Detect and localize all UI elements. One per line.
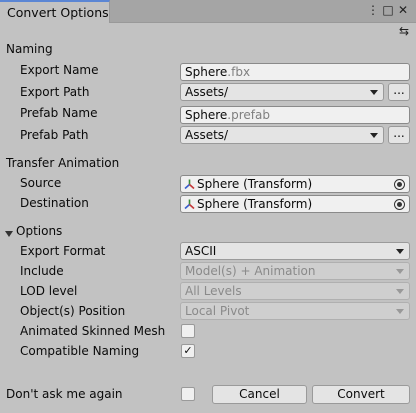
foldout-arrow-icon[interactable] xyxy=(5,231,13,237)
lod-level-value: All Levels xyxy=(185,284,242,298)
close-icon[interactable]: ✕ xyxy=(396,3,410,17)
export-format-dropdown[interactable]: ASCII xyxy=(180,242,410,260)
export-path-value: Assets/ xyxy=(185,85,229,99)
compatible-naming-checkbox[interactable]: ✓ xyxy=(181,344,195,358)
compatible-naming-label: Compatible Naming xyxy=(20,344,140,358)
prefab-path-value: Assets/ xyxy=(185,128,229,142)
dont-ask-checkbox[interactable] xyxy=(181,387,195,401)
naming-header: Naming xyxy=(6,42,53,56)
window-tab-bar: Convert Options ⋮ □ ✕ xyxy=(0,0,416,23)
prefab-path-dropdown[interactable]: Assets/ xyxy=(180,126,384,144)
animated-skinned-mesh-label: Animated Skinned Mesh xyxy=(20,324,166,338)
chevron-down-icon xyxy=(396,289,404,294)
include-dropdown: Model(s) + Animation xyxy=(180,262,410,280)
export-name-label: Export Name xyxy=(20,63,99,77)
include-value: Model(s) + Animation xyxy=(185,264,316,278)
prefab-name-value: Sphere xyxy=(185,108,228,122)
cancel-button[interactable]: Cancel xyxy=(212,385,307,404)
window-tab[interactable]: Convert Options xyxy=(0,0,110,23)
lod-level-label: LOD level xyxy=(20,284,78,298)
object-picker-icon[interactable] xyxy=(394,199,405,210)
lod-level-dropdown: All Levels xyxy=(180,282,410,300)
object-picker-icon[interactable] xyxy=(394,179,405,190)
settings-toggle-icon[interactable]: ⇆ xyxy=(397,24,411,38)
animated-skinned-mesh-checkbox[interactable] xyxy=(181,324,195,338)
transform-icon xyxy=(184,199,195,210)
transfer-animation-header: Transfer Animation xyxy=(6,156,120,170)
destination-label: Destination xyxy=(20,196,89,210)
export-format-label: Export Format xyxy=(20,244,106,258)
chevron-down-icon xyxy=(396,269,404,274)
prefab-name-label: Prefab Name xyxy=(20,106,98,120)
chevron-down-icon xyxy=(370,90,378,95)
export-format-value: ASCII xyxy=(185,244,217,258)
export-path-browse-button[interactable]: ... xyxy=(388,83,410,101)
menu-icon[interactable]: ⋮ xyxy=(366,3,380,17)
export-path-label: Export Path xyxy=(20,85,90,99)
chevron-down-icon xyxy=(396,249,404,254)
options-header[interactable]: Options xyxy=(16,221,62,241)
export-name-input[interactable]: Sphere.fbx xyxy=(180,63,410,81)
prefab-name-extension: .prefab xyxy=(227,108,270,122)
dont-ask-label: Don't ask me again xyxy=(6,387,123,401)
chevron-down-icon xyxy=(396,309,404,314)
prefab-name-input[interactable]: Sphere.prefab xyxy=(180,106,410,124)
object-position-value: Local Pivot xyxy=(185,304,250,318)
destination-value: Sphere (Transform) xyxy=(197,197,313,211)
maximize-icon[interactable]: □ xyxy=(381,3,395,17)
include-label: Include xyxy=(20,264,64,278)
transform-icon xyxy=(184,179,195,190)
source-object-field[interactable]: Sphere (Transform) xyxy=(180,175,410,193)
export-path-dropdown[interactable]: Assets/ xyxy=(180,83,384,101)
window-title: Convert Options xyxy=(7,5,109,20)
chevron-down-icon xyxy=(370,133,378,138)
export-name-value: Sphere xyxy=(185,65,228,79)
prefab-path-browse-button[interactable]: ... xyxy=(388,126,410,144)
object-position-dropdown: Local Pivot xyxy=(180,302,410,320)
destination-object-field[interactable]: Sphere (Transform) xyxy=(180,195,410,213)
object-position-label: Object(s) Position xyxy=(20,304,126,318)
prefab-path-label: Prefab Path xyxy=(20,128,89,142)
source-value: Sphere (Transform) xyxy=(197,177,313,191)
convert-button[interactable]: Convert xyxy=(312,385,410,404)
export-name-extension: .fbx xyxy=(227,65,251,79)
checkmark-icon: ✓ xyxy=(183,344,193,357)
source-label: Source xyxy=(20,176,62,190)
